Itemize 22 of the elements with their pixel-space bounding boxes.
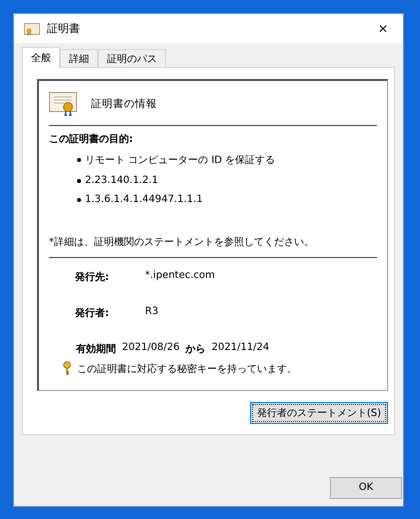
issuer-statement-button[interactable]: 発行者のステートメント(S) xyxy=(250,402,388,424)
issued-to-value: *.ipentec.com xyxy=(145,270,215,283)
validity-join: から xyxy=(186,343,206,356)
tab[interactable]: 証明のパス xyxy=(98,49,166,67)
valid-to-date: 2021/11/24 xyxy=(212,342,270,355)
window-title: 証明書 xyxy=(47,21,81,36)
tab[interactable]: 詳細 xyxy=(60,49,98,67)
issued-to-label: 発行先: xyxy=(75,270,110,284)
private-key-note: この証明書に対応する秘密キーを持っています。 xyxy=(77,362,297,376)
issued-by-label: 発行者: xyxy=(75,306,110,320)
purpose-title: この証明書の目的: xyxy=(49,132,134,146)
note-text: *詳細は、証明機関のステートメントを参照してください。 xyxy=(49,236,315,249)
purpose-item: 2.23.140.1.2.1 xyxy=(85,175,158,186)
certificate-heading: 証明書の情報 xyxy=(91,97,157,111)
close-button[interactable]: ✕ xyxy=(363,14,403,43)
tab[interactable]: 全般 xyxy=(22,47,60,68)
purpose-item: 1.3.6.1.4.1.44947.1.1.1 xyxy=(85,194,203,205)
ok-button[interactable]: OK xyxy=(330,476,402,498)
purpose-item: リモート コンピューターの ID を保証する xyxy=(85,154,276,167)
validity-label: 有効期間 xyxy=(76,342,116,356)
issued-by-value: R3 xyxy=(145,306,158,319)
valid-from-date: 2021/08/26 xyxy=(122,342,180,355)
